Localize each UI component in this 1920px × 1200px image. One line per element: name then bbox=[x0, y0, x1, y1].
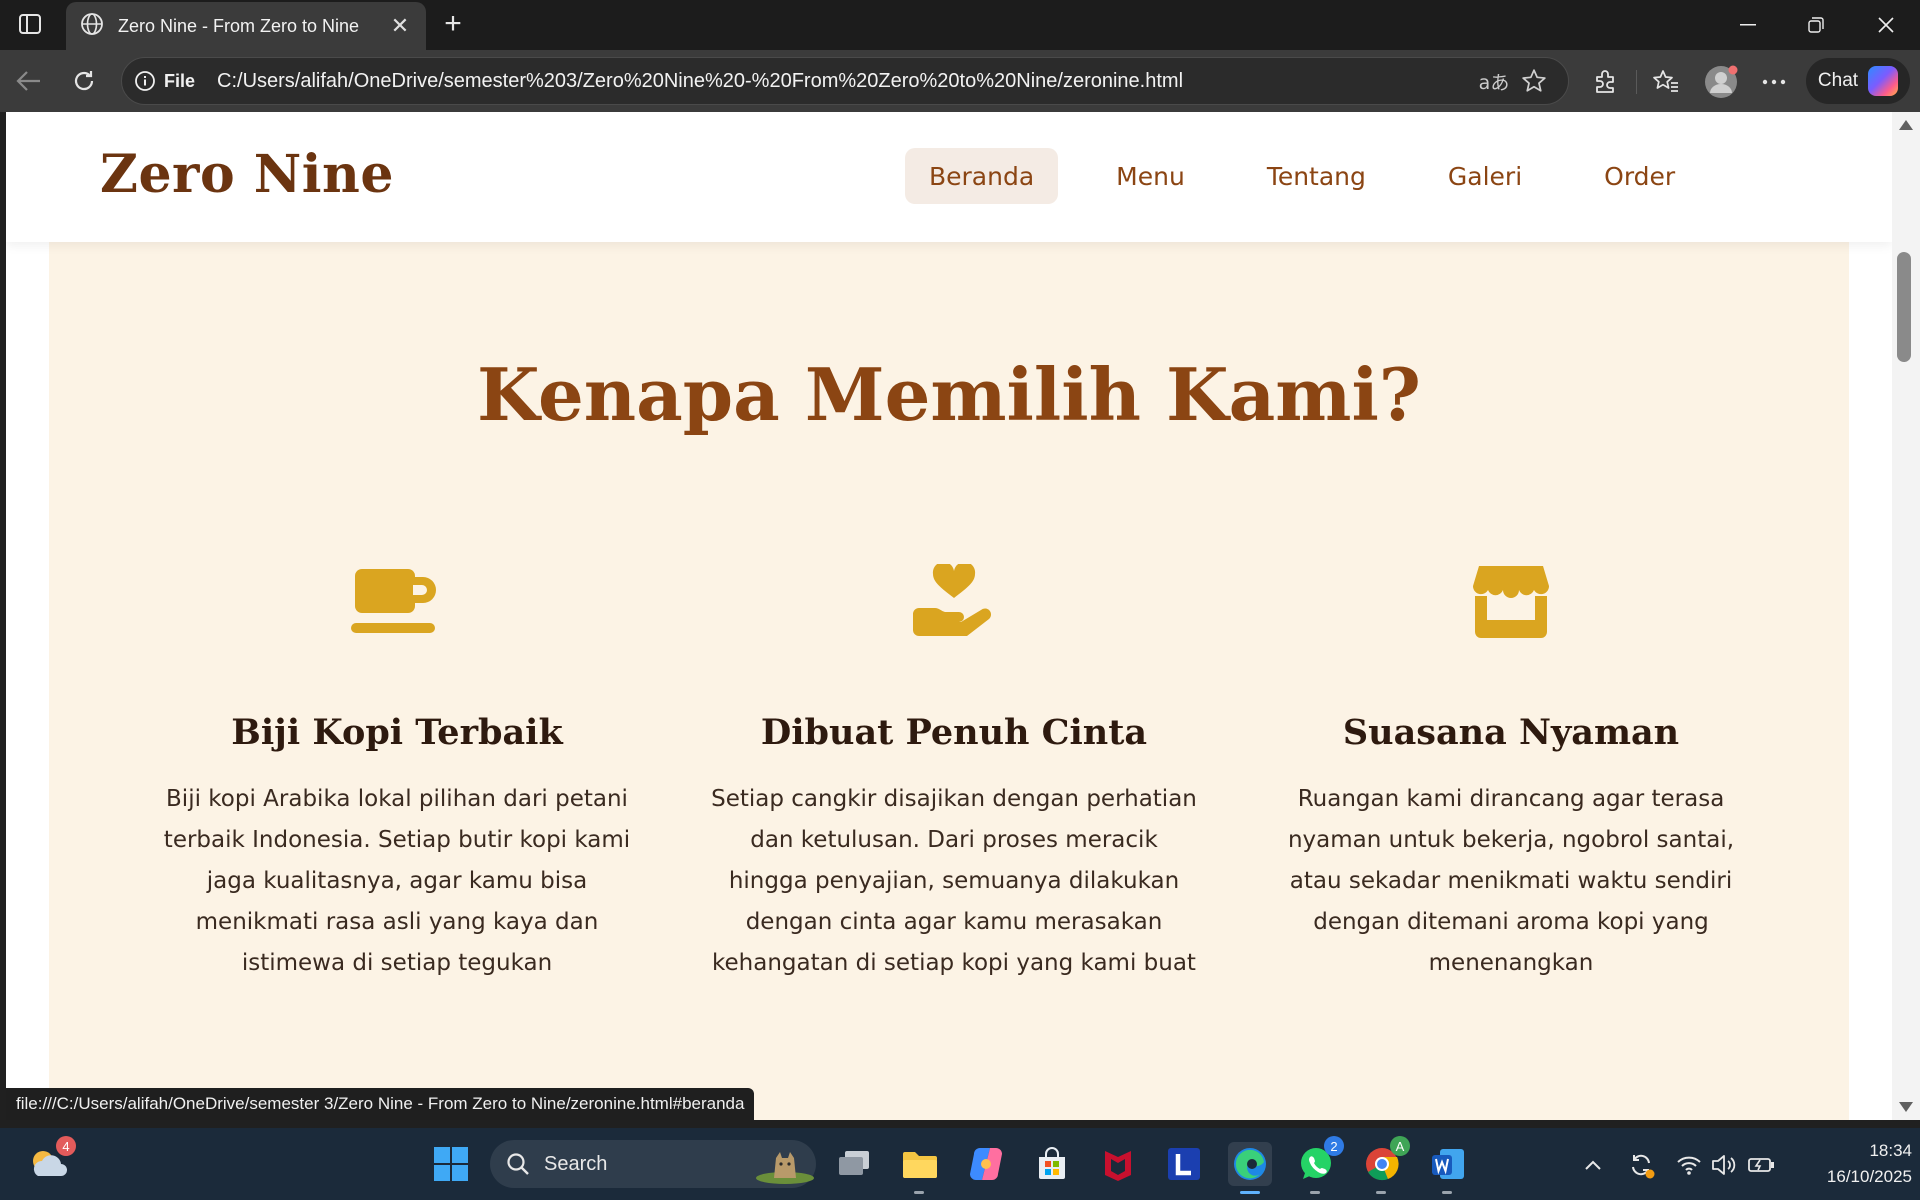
page-viewport: Zero Nine Beranda Menu Tentang Galeri Or… bbox=[6, 112, 1892, 1120]
taskbar-search[interactable]: Search bbox=[490, 1140, 816, 1188]
feature-card: Suasana Nyaman Ruangan kami dirancang ag… bbox=[1261, 562, 1761, 984]
start-button[interactable] bbox=[429, 1142, 473, 1186]
feature-description: Setiap cangkir disajikan dengan perhatia… bbox=[711, 786, 1197, 976]
hand-heart-icon bbox=[704, 562, 1204, 642]
battery-icon[interactable] bbox=[1746, 1148, 1776, 1182]
weather-widget-icon[interactable]: 4 bbox=[26, 1136, 76, 1186]
chat-label: Chat bbox=[1817, 70, 1859, 91]
nav-order[interactable]: Order bbox=[1580, 148, 1699, 204]
sync-icon[interactable] bbox=[1624, 1148, 1658, 1182]
l-app-icon[interactable] bbox=[1162, 1142, 1206, 1186]
new-tab-button[interactable]: + bbox=[436, 8, 470, 42]
info-icon bbox=[135, 71, 155, 91]
status-bar-url: file:///C:/Users/alifah/OneDrive/semeste… bbox=[6, 1088, 755, 1120]
feature-title: Biji Kopi Terbaik bbox=[231, 712, 563, 753]
task-view-icon[interactable] bbox=[832, 1142, 876, 1186]
volume-icon[interactable] bbox=[1710, 1148, 1740, 1182]
chat-button[interactable]: Chat bbox=[1806, 58, 1910, 104]
refresh-icon[interactable] bbox=[65, 62, 103, 100]
search-icon bbox=[507, 1153, 529, 1175]
tab-close-icon[interactable]: ✕ bbox=[388, 14, 412, 39]
copilot-app-icon[interactable] bbox=[964, 1142, 1008, 1186]
copilot-icon bbox=[1868, 66, 1899, 96]
feature-title: Suasana Nyaman bbox=[1342, 712, 1680, 753]
search-highlight-cat-icon bbox=[756, 1152, 814, 1184]
scroll-down-arrow-icon[interactable] bbox=[1899, 1102, 1913, 1112]
whatsapp-icon[interactable]: 2 bbox=[1294, 1136, 1344, 1194]
chrome-icon[interactable]: A bbox=[1360, 1136, 1410, 1194]
favorite-star-icon[interactable] bbox=[1514, 61, 1554, 101]
running-indicator bbox=[1442, 1191, 1452, 1194]
browser-tab[interactable]: Zero Nine - From Zero to Nine ✕ bbox=[66, 2, 426, 50]
read-aloud-icon[interactable]: aあ bbox=[1474, 61, 1514, 101]
tab-title: Zero Nine - From Zero to Nine bbox=[118, 15, 360, 36]
running-indicator bbox=[1310, 1191, 1320, 1194]
wifi-icon[interactable] bbox=[1674, 1148, 1704, 1182]
whatsapp-badge: 2 bbox=[1324, 1136, 1344, 1156]
profile-avatar[interactable] bbox=[1701, 62, 1741, 102]
microsoft-store-icon[interactable] bbox=[1030, 1142, 1074, 1186]
toolbar-divider bbox=[1636, 70, 1637, 94]
weather-badge: 4 bbox=[56, 1136, 76, 1156]
address-url[interactable]: C:/Users/alifah/OneDrive/semester%203/Ze… bbox=[217, 70, 1474, 93]
back-arrow-icon[interactable] bbox=[10, 62, 48, 100]
coffee-cup-icon bbox=[147, 562, 647, 642]
close-window-button[interactable] bbox=[1852, 0, 1920, 50]
chevron-up-icon[interactable] bbox=[1580, 1148, 1606, 1182]
section-title: Kenapa Memilih Kami? bbox=[477, 352, 1421, 437]
feature-description: Biji kopi Arabika lokal pilihan dari pet… bbox=[163, 786, 631, 976]
running-indicator bbox=[1376, 1191, 1386, 1194]
feature-card: Biji Kopi Terbaik Biji kopi Arabika loka… bbox=[147, 562, 647, 984]
browser-toolbar: File C:/Users/alifah/OneDrive/semester%2… bbox=[0, 50, 1920, 112]
page-scrollbar[interactable] bbox=[1892, 112, 1920, 1120]
address-bar[interactable]: File C:/Users/alifah/OneDrive/semester%2… bbox=[121, 57, 1569, 105]
site-info-button[interactable]: File bbox=[134, 70, 195, 92]
edge-browser-icon[interactable] bbox=[1228, 1142, 1272, 1194]
windows-taskbar: 4 Search 2 A 18:34 16/10/2025 bbox=[0, 1128, 1920, 1200]
feature-card: Dibuat Penuh Cinta Setiap cangkir disaji… bbox=[704, 562, 1204, 984]
store-icon bbox=[1261, 562, 1761, 642]
clock-time: 18:34 bbox=[1869, 1141, 1912, 1160]
mcafee-icon[interactable] bbox=[1096, 1142, 1140, 1186]
scrollbar-thumb[interactable] bbox=[1897, 252, 1911, 362]
browser-tab-bar: Zero Nine - From Zero to Nine ✕ + bbox=[0, 0, 1920, 50]
nav-tentang[interactable]: Tentang bbox=[1243, 148, 1390, 204]
active-indicator bbox=[1240, 1191, 1260, 1194]
clock-date: 16/10/2025 bbox=[1826, 1167, 1912, 1186]
chrome-profile-badge: A bbox=[1390, 1136, 1410, 1156]
word-icon[interactable] bbox=[1426, 1142, 1470, 1194]
search-label: Search bbox=[544, 1152, 608, 1175]
feature-title: Dibuat Penuh Cinta bbox=[760, 712, 1148, 753]
more-options-icon[interactable] bbox=[1754, 62, 1794, 102]
nav-galeri[interactable]: Galeri bbox=[1424, 148, 1546, 204]
extensions-icon[interactable] bbox=[1585, 62, 1625, 102]
nav-beranda[interactable]: Beranda bbox=[905, 148, 1059, 204]
file-label: File bbox=[164, 70, 196, 91]
minimize-button[interactable] bbox=[1714, 0, 1782, 50]
scroll-up-arrow-icon[interactable] bbox=[1899, 120, 1913, 130]
why-choose-us-section: Kenapa Memilih Kami? Biji Kopi Terbaik B… bbox=[49, 242, 1849, 1120]
tab-actions-icon[interactable] bbox=[14, 10, 46, 38]
taskbar-clock[interactable]: 18:34 16/10/2025 bbox=[1788, 1138, 1912, 1190]
site-header: Zero Nine Beranda Menu Tentang Galeri Or… bbox=[6, 112, 1892, 242]
file-explorer-icon[interactable] bbox=[898, 1142, 942, 1194]
brand-logo[interactable]: Zero Nine bbox=[100, 144, 394, 205]
main-nav: Beranda Menu Tentang Galeri Order bbox=[905, 148, 1699, 206]
running-indicator bbox=[914, 1191, 924, 1194]
feature-description: Ruangan kami dirancang agar terasa nyama… bbox=[1287, 786, 1735, 976]
nav-menu[interactable]: Menu bbox=[1092, 148, 1209, 204]
favorites-icon[interactable] bbox=[1646, 62, 1686, 102]
globe-icon bbox=[80, 12, 104, 40]
restore-button[interactable] bbox=[1782, 0, 1850, 50]
